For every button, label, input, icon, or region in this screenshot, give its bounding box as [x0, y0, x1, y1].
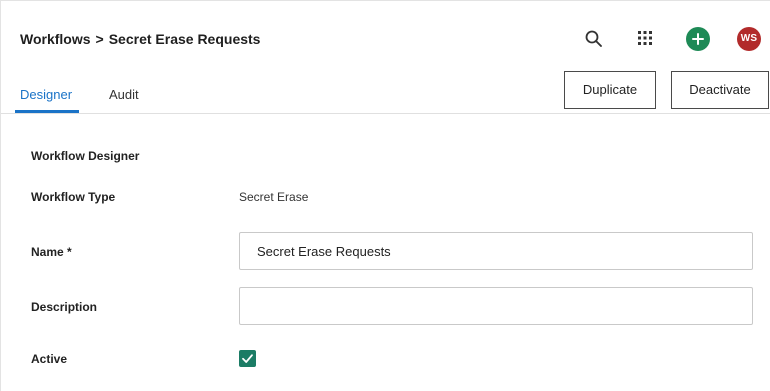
- add-button[interactable]: [686, 27, 710, 51]
- active-label: Active: [31, 352, 68, 366]
- active-tab-indicator: [15, 110, 79, 113]
- breadcrumb-separator: >: [95, 31, 104, 47]
- page-header: Workflows > Secret Erase Requests WS Des…: [1, 1, 770, 114]
- description-field[interactable]: [239, 287, 753, 325]
- tab-designer[interactable]: Designer: [20, 87, 72, 102]
- apps-grid-icon[interactable]: [637, 30, 653, 46]
- plus-icon: [692, 33, 704, 45]
- breadcrumb: Workflows > Secret Erase Requests: [20, 31, 260, 47]
- breadcrumb-current: Secret Erase Requests: [108, 31, 261, 47]
- workflow-type-label: Workflow Type: [31, 190, 116, 204]
- tab-audit[interactable]: Audit: [109, 87, 139, 102]
- workflow-type-value: Secret Erase: [239, 190, 309, 204]
- description-label: Description: [31, 300, 98, 314]
- name-field[interactable]: [239, 232, 753, 270]
- search-icon[interactable]: [584, 29, 604, 49]
- checkmark-icon: [242, 354, 253, 363]
- duplicate-button[interactable]: Duplicate: [564, 71, 656, 109]
- deactivate-button[interactable]: Deactivate: [671, 71, 769, 109]
- section-title: Workflow Designer: [31, 149, 140, 163]
- breadcrumb-workflows-link[interactable]: Workflows: [20, 31, 91, 47]
- name-label: Name *: [31, 245, 72, 259]
- active-checkbox[interactable]: [239, 350, 256, 367]
- workflow-designer-page: Workflows > Secret Erase Requests WS Des…: [0, 0, 770, 391]
- user-avatar[interactable]: WS: [737, 27, 761, 51]
